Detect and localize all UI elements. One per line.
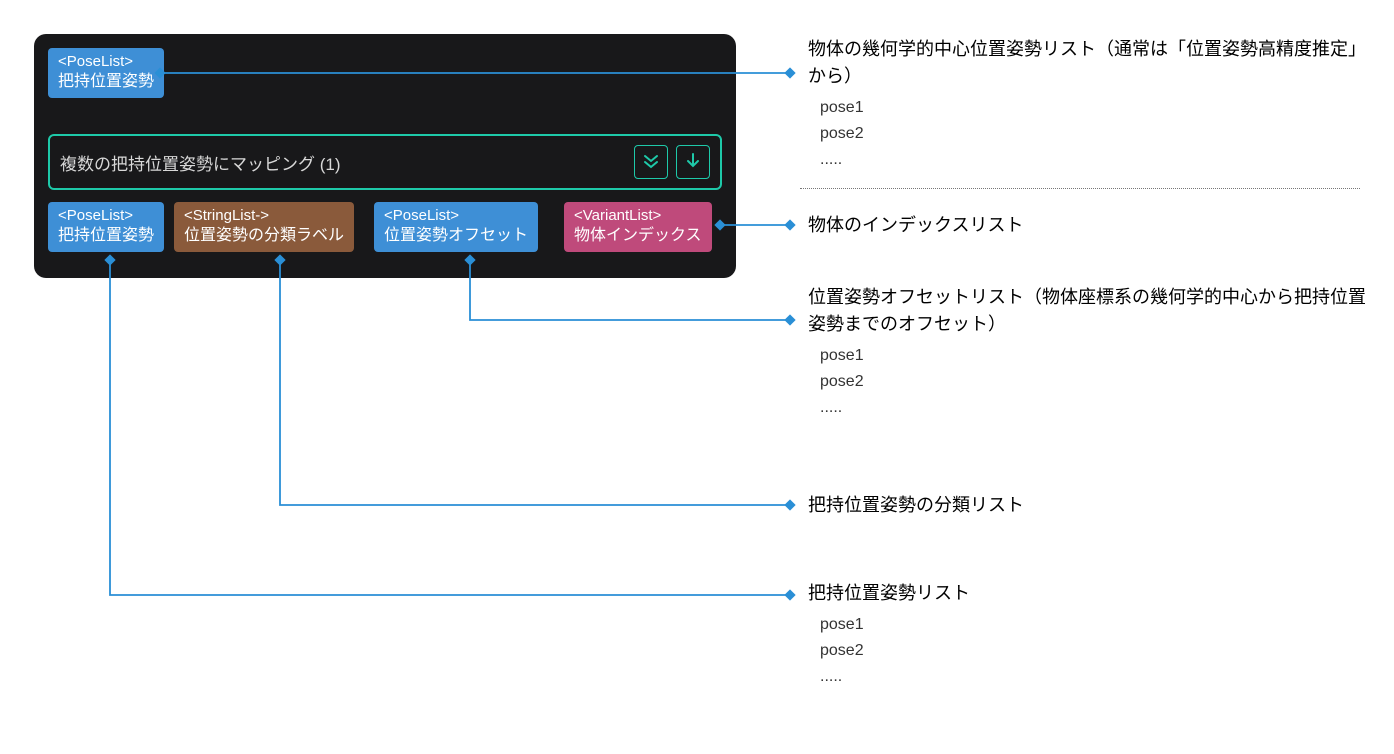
list-item: pose2	[820, 370, 1374, 394]
list-item: pose2	[820, 122, 1374, 146]
chevron-down-double-icon	[642, 152, 660, 173]
input-port-poselist[interactable]: <PoseList> 把持位置姿勢	[48, 48, 164, 98]
desc-items: pose1 pose2 .....	[820, 96, 1374, 172]
arrow-down-icon	[684, 152, 702, 173]
port-type: <StringList->	[184, 207, 344, 226]
run-button[interactable]	[676, 145, 710, 179]
output-port-offset-poselist[interactable]: <PoseList> 位置姿勢オフセット	[374, 202, 538, 252]
port-label: 把持位置姿勢	[58, 72, 154, 92]
output-port-grasp-poselist[interactable]: <PoseList> 把持位置姿勢	[48, 202, 164, 252]
desc-text: 位置姿勢オフセットリスト（物体座標系の幾何学的中心から把持位置姿勢までのオフセッ…	[808, 284, 1374, 338]
desc-items: pose1 pose2 .....	[820, 613, 1374, 689]
desc-text: 物体のインデックスリスト	[808, 212, 1374, 239]
list-item: pose1	[820, 613, 1374, 637]
port-type: <PoseList>	[384, 207, 528, 226]
desc-input: 物体の幾何学的中心位置姿勢リスト（通常は「位置姿勢高精度推定」から） pose1…	[808, 36, 1374, 172]
desc-text: 物体の幾何学的中心位置姿勢リスト（通常は「位置姿勢高精度推定」から）	[808, 36, 1374, 90]
dotted-separator	[800, 188, 1360, 189]
list-item: pose2	[820, 639, 1374, 663]
node-title-row: 複数の把持位置姿勢にマッピング (1)	[48, 134, 722, 190]
connector-classify	[274, 254, 795, 510]
desc-items: pose1 pose2 .....	[820, 344, 1374, 420]
port-label: 物体インデックス	[574, 226, 702, 246]
list-item: .....	[820, 148, 1374, 172]
desc-grasp: 把持位置姿勢リスト pose1 pose2 .....	[808, 580, 1374, 689]
port-label: 位置姿勢の分類ラベル	[184, 226, 344, 246]
port-type: <PoseList>	[58, 53, 154, 72]
port-type: <VariantList>	[574, 207, 702, 226]
list-item: pose1	[820, 96, 1374, 120]
desc-text: 把持位置姿勢リスト	[808, 580, 1374, 607]
list-item: .....	[820, 396, 1374, 420]
list-item: .....	[820, 665, 1374, 689]
node-panel: <PoseList> 把持位置姿勢 複数の把持位置姿勢にマッピング (1)	[34, 34, 736, 278]
desc-text: 把持位置姿勢の分類リスト	[808, 492, 1374, 519]
output-port-objectindex-variantlist[interactable]: <VariantList> 物体インデックス	[564, 202, 712, 252]
expand-button[interactable]	[634, 145, 668, 179]
port-label: 把持位置姿勢	[58, 226, 154, 246]
port-label: 位置姿勢オフセット	[384, 226, 528, 246]
desc-object-index: 物体のインデックスリスト	[808, 212, 1374, 239]
output-port-classify-stringlist[interactable]: <StringList-> 位置姿勢の分類ラベル	[174, 202, 354, 252]
desc-classify: 把持位置姿勢の分類リスト	[808, 492, 1374, 519]
node-title: 複数の把持位置姿勢にマッピング (1)	[60, 150, 341, 175]
connector-grasp	[104, 254, 795, 600]
port-type: <PoseList>	[58, 207, 154, 226]
list-item: pose1	[820, 344, 1374, 368]
desc-offset: 位置姿勢オフセットリスト（物体座標系の幾何学的中心から把持位置姿勢までのオフセッ…	[808, 284, 1374, 420]
